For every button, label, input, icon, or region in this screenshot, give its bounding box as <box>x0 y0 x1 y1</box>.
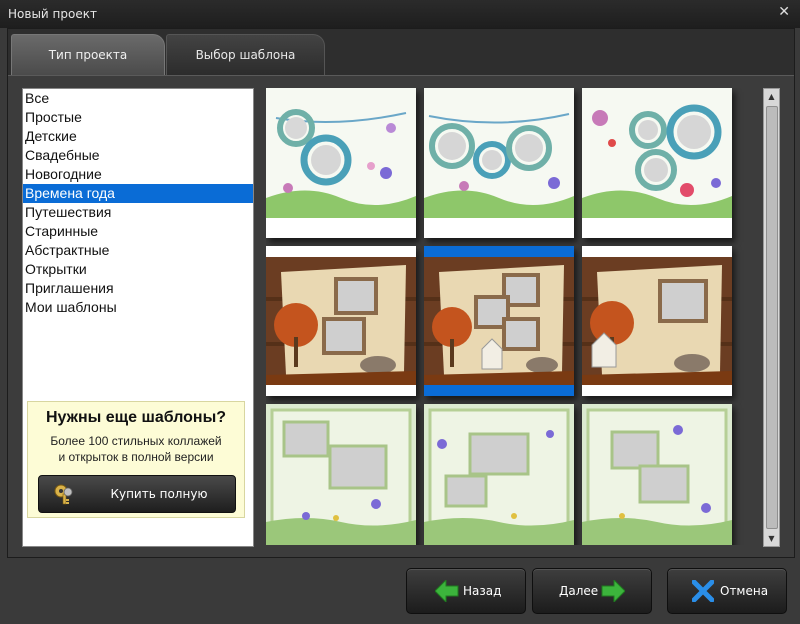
autumn-template-preview <box>582 257 732 385</box>
autumn-template-preview <box>266 257 416 385</box>
scroll-up-icon[interactable]: ▲ <box>764 89 779 104</box>
spring-garland-preview <box>424 88 574 218</box>
category-item[interactable]: Открытки <box>23 260 253 279</box>
category-item[interactable]: Приглашения <box>23 279 253 298</box>
template-thumbnail-selected[interactable] <box>424 246 574 396</box>
close-icon[interactable]: ✕ <box>778 4 790 20</box>
template-thumbnail[interactable] <box>424 88 574 238</box>
category-list: Все Простые Детские Свадебные Новогодние… <box>22 88 254 547</box>
spring-garland-preview <box>266 88 416 218</box>
promo-line: Более 100 стильных коллажей <box>50 434 222 448</box>
promo-line: и открыток в полной версии <box>58 450 214 464</box>
category-item[interactable]: Мои шаблоны <box>23 298 253 317</box>
promo-title: Нужны еще шаблоны? <box>45 409 227 426</box>
category-item[interactable]: Простые <box>23 108 253 127</box>
arrow-left-icon <box>435 580 459 602</box>
back-button-label: Назад <box>463 584 502 598</box>
template-thumbnail[interactable] <box>266 246 416 396</box>
spring-frame-preview <box>266 404 416 545</box>
category-item[interactable]: Абстрактные <box>23 241 253 260</box>
category-item[interactable]: Все <box>23 89 253 108</box>
back-button[interactable]: Назад <box>406 568 526 614</box>
template-thumbnail[interactable] <box>424 404 574 545</box>
promo-text: Более 100 стильных коллажей и открыток в… <box>28 433 244 465</box>
next-button-label: Далее <box>559 584 599 598</box>
template-thumbnail[interactable] <box>582 246 732 396</box>
template-thumbnail[interactable] <box>582 88 732 238</box>
title-bar: Новый проект ✕ <box>0 0 800 28</box>
tab-template-choice[interactable]: Выбор шаблона <box>166 34 325 75</box>
window-title: Новый проект <box>8 7 97 21</box>
autumn-template-preview <box>424 257 574 385</box>
gallery-scrollbar[interactable]: ▲ ▼ <box>763 88 780 547</box>
template-thumbnail[interactable] <box>266 88 416 238</box>
dialog-frame: Тип проекта Выбор шаблона Все Простые Де… <box>7 28 795 558</box>
category-item[interactable]: Новогодние <box>23 165 253 184</box>
category-item[interactable]: Старинные <box>23 222 253 241</box>
buy-button-label: Купить полную версию! <box>110 487 208 537</box>
category-item[interactable]: Свадебные <box>23 146 253 165</box>
next-button[interactable]: Далее <box>532 568 652 614</box>
cross-icon <box>692 580 714 602</box>
spring-frame-preview <box>424 404 574 545</box>
scroll-down-icon[interactable]: ▼ <box>764 531 779 546</box>
promo-box: Нужны еще шаблоны? Более 100 стильных ко… <box>27 401 245 537</box>
arrow-right-icon <box>601 580 625 602</box>
tab-content: Все Простые Детские Свадебные Новогодние… <box>8 75 794 557</box>
category-item[interactable]: Времена года <box>23 184 253 203</box>
tab-project-type[interactable]: Тип проекта <box>11 34 165 75</box>
spring-garland-preview <box>582 88 732 218</box>
spring-frame-preview <box>582 404 732 545</box>
scrollbar-thumb[interactable] <box>766 106 778 529</box>
template-thumbnail[interactable] <box>266 404 416 545</box>
keys-icon <box>54 484 73 505</box>
category-item[interactable]: Путешествия <box>23 203 253 222</box>
template-thumbnail[interactable] <box>582 404 732 545</box>
category-item[interactable]: Детские <box>23 127 253 146</box>
cancel-button-label: Отмена <box>720 584 769 598</box>
template-gallery <box>266 88 762 545</box>
cancel-button[interactable]: Отмена <box>667 568 787 614</box>
buy-full-version-button[interactable]: Купить полную версию! <box>38 475 236 537</box>
